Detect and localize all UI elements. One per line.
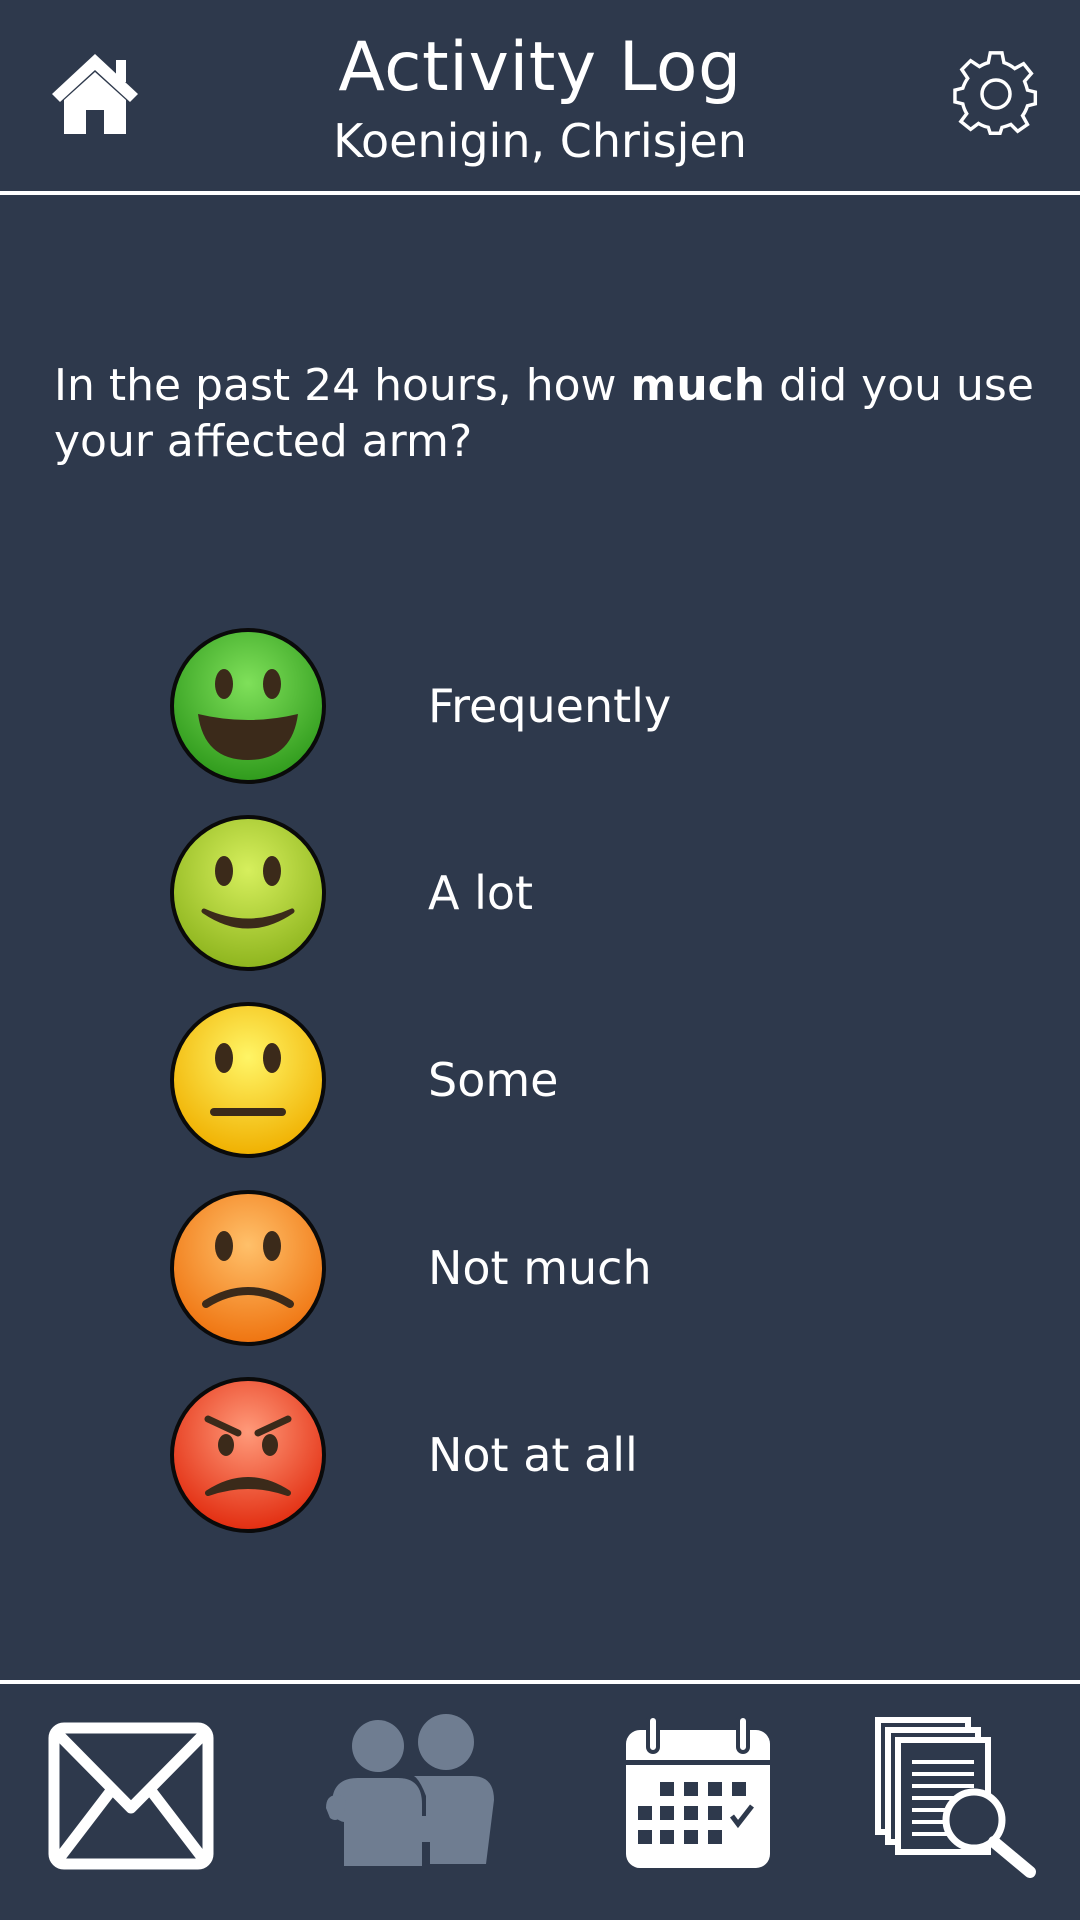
- documents-search-icon: [875, 1717, 1036, 1878]
- neutral-face-icon: [170, 1002, 326, 1158]
- option-not-at-all[interactable]: Not at all: [160, 1375, 860, 1545]
- footer-divider: [0, 1680, 1080, 1684]
- very-happy-face-icon: [170, 628, 326, 784]
- nav-reports-button[interactable]: [874, 1716, 1038, 1878]
- patient-name: Koenigin, Chrisjen: [333, 114, 747, 168]
- home-icon: [52, 54, 138, 134]
- settings-button[interactable]: [952, 50, 1040, 138]
- question-prefix: In the past 24 hours, how: [54, 360, 631, 411]
- activity-log-screen: Activity Log Koenigin, Chrisjen In the p…: [0, 0, 1080, 1920]
- mail-icon: [48, 1722, 214, 1870]
- question-emphasis: much: [630, 360, 766, 411]
- header: Activity Log Koenigin, Chrisjen: [0, 0, 1080, 194]
- angry-face-icon: [170, 1377, 326, 1533]
- option-frequently[interactable]: Frequently: [160, 626, 860, 796]
- header-divider: [0, 191, 1080, 195]
- nav-calendar-button[interactable]: [622, 1714, 774, 1872]
- people-icon: [326, 1714, 494, 1866]
- page-title: Activity Log: [338, 28, 742, 107]
- option-a-lot[interactable]: A lot: [160, 813, 860, 983]
- frowning-face-icon: [170, 1190, 326, 1346]
- calendar-icon: [626, 1714, 770, 1868]
- option-label: Some: [428, 1053, 559, 1107]
- home-button[interactable]: [50, 50, 140, 138]
- option-label: Not at all: [428, 1428, 638, 1482]
- option-not-much[interactable]: Not much: [160, 1188, 860, 1358]
- gear-icon: [953, 51, 1038, 135]
- nav-messages-button[interactable]: [48, 1722, 214, 1872]
- nav-care-team-button[interactable]: [322, 1712, 498, 1872]
- smiling-face-icon: [170, 815, 326, 971]
- option-label: A lot: [428, 866, 534, 920]
- option-label: Frequently: [428, 679, 672, 733]
- option-label: Not much: [428, 1241, 652, 1295]
- option-some[interactable]: Some: [160, 1000, 860, 1170]
- question-text: In the past 24 hours, how much did you u…: [54, 358, 1034, 470]
